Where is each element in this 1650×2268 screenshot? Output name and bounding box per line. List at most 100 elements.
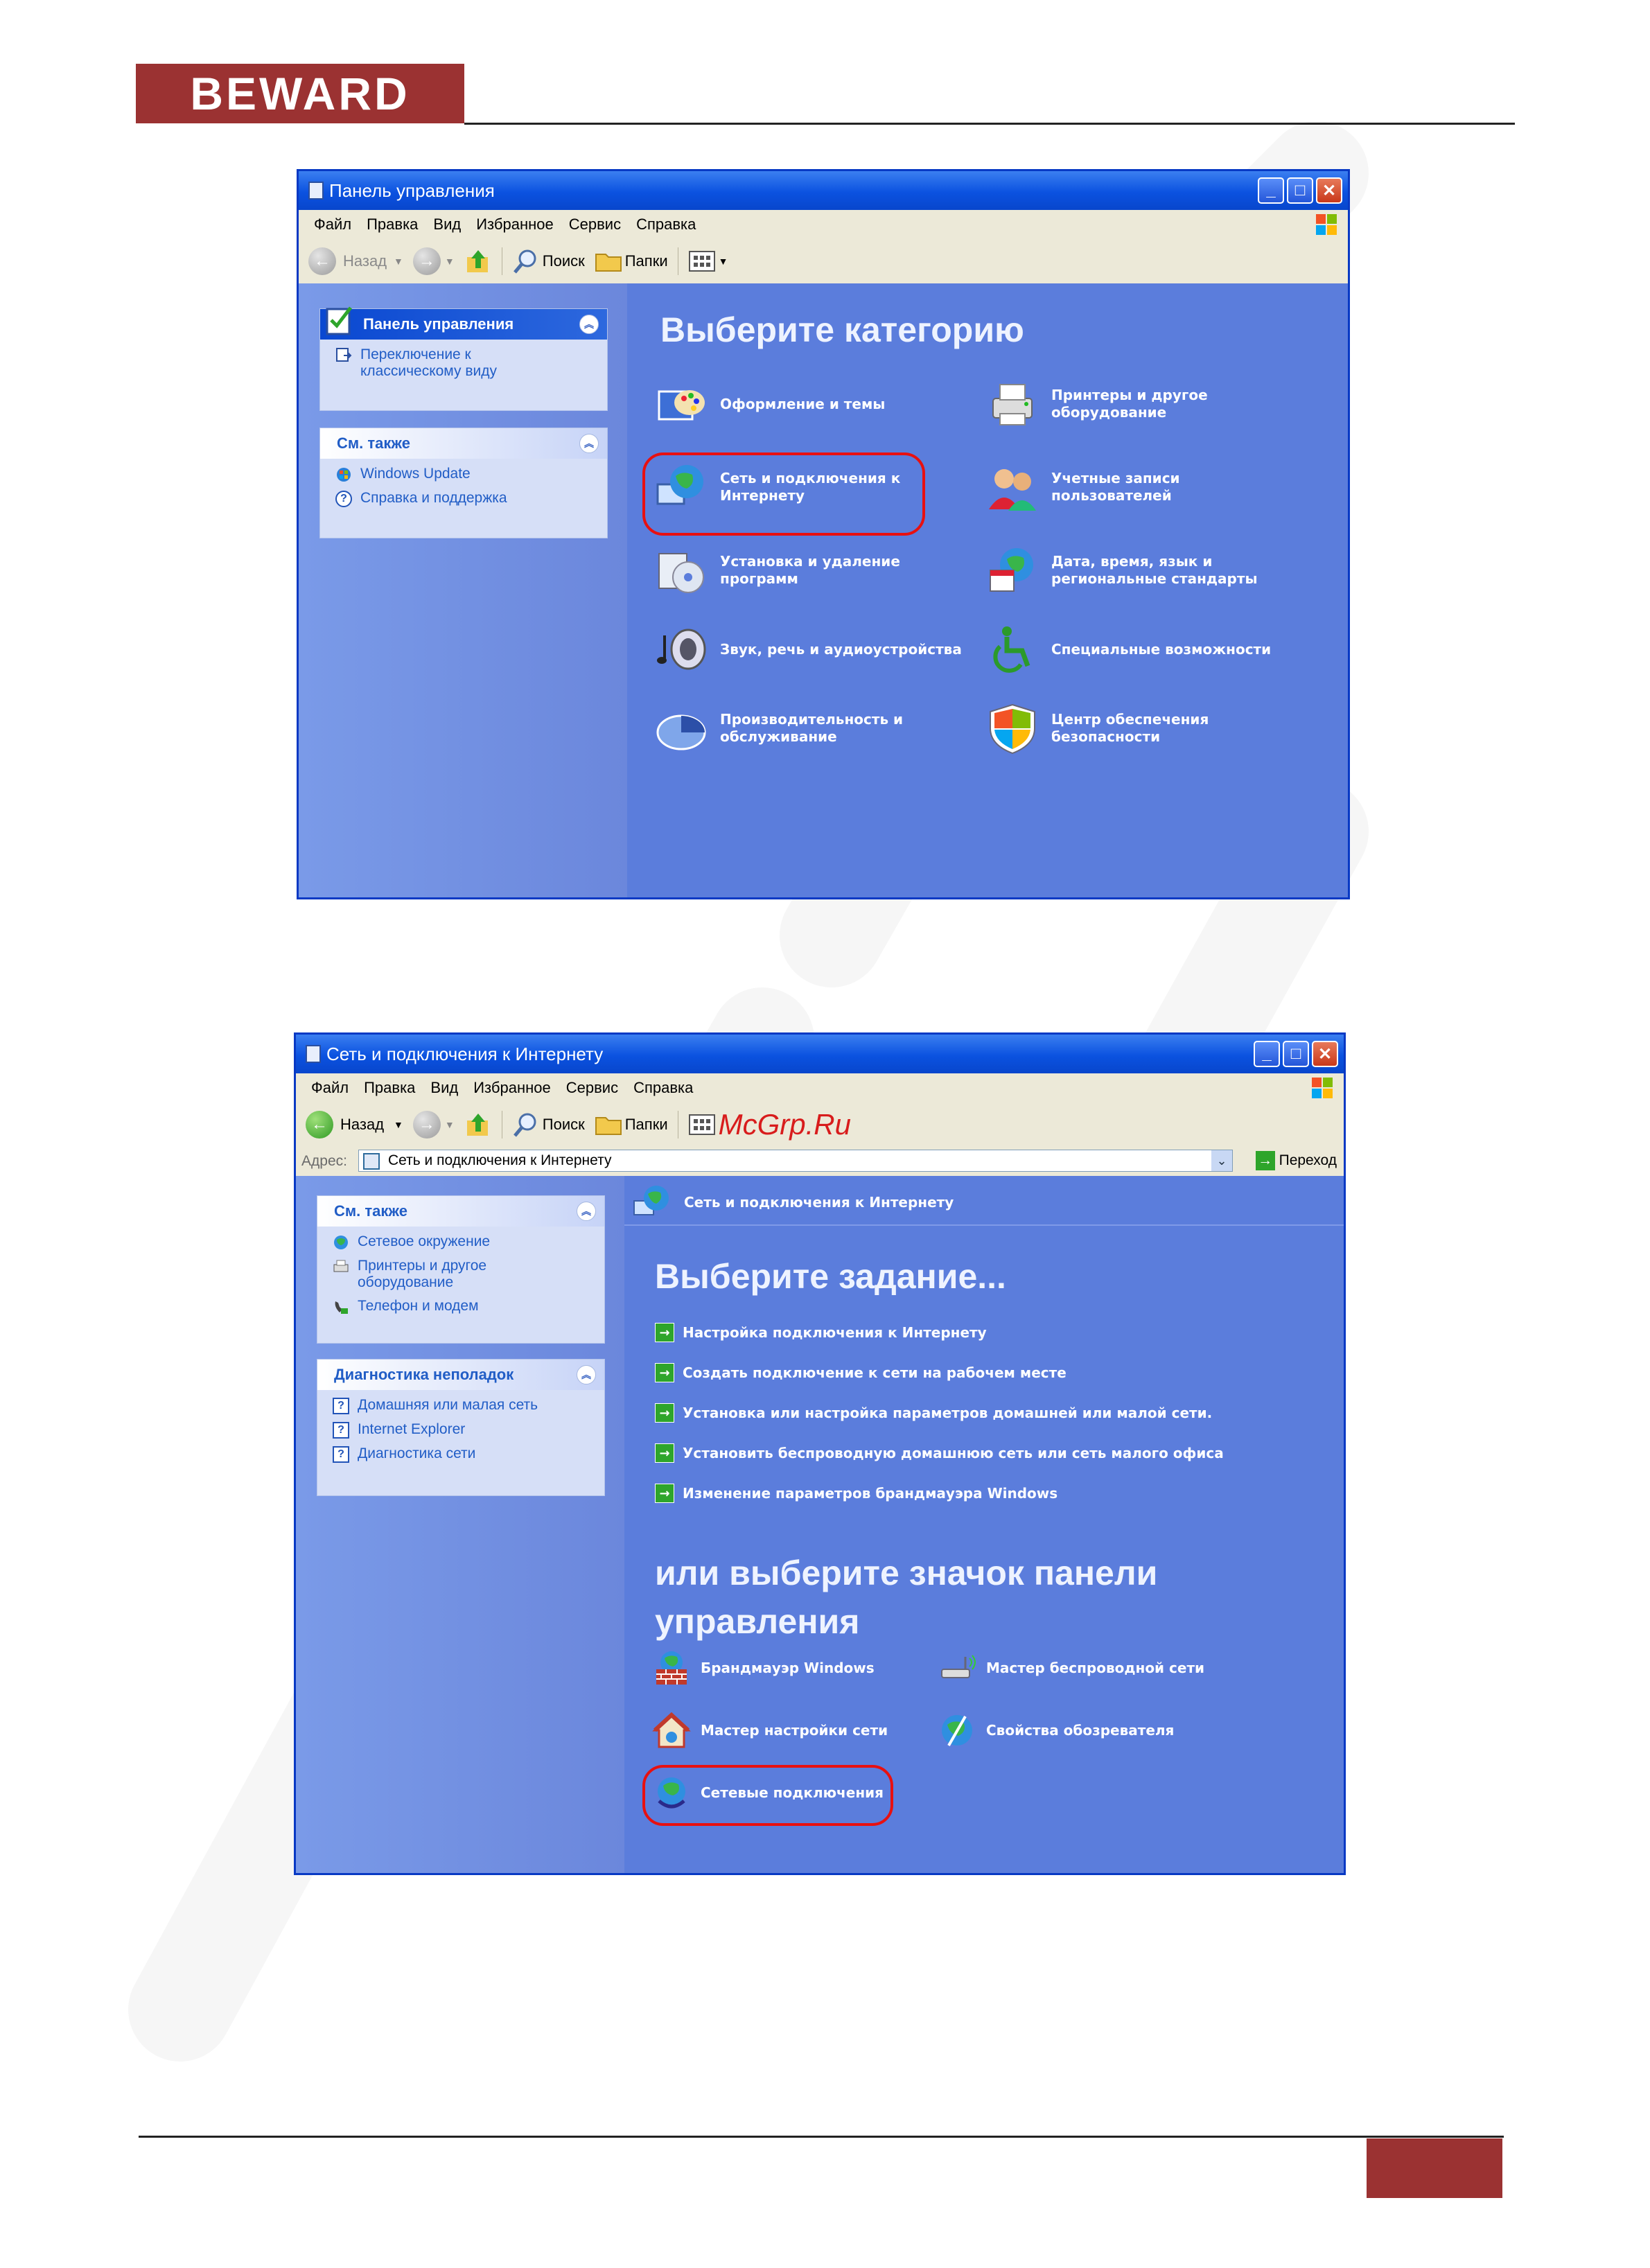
menu-view[interactable]: Вид bbox=[433, 216, 461, 234]
internet-explorer-troubleshoot-link[interactable]: ? Internet Explorer bbox=[333, 1421, 604, 1439]
task-wireless-setup[interactable]: → Установить беспроводную домашнюю сеть и… bbox=[655, 1443, 1224, 1463]
minimize-button[interactable]: _ bbox=[1254, 1041, 1280, 1067]
window-titlebar[interactable]: Панель управления _ □ ✕ bbox=[299, 171, 1348, 210]
back-button[interactable]: ← Назад ▼ bbox=[308, 247, 403, 275]
category-appearance[interactable]: Оформление и темы bbox=[655, 378, 960, 430]
menu-tools[interactable]: Сервис bbox=[566, 1079, 618, 1097]
window-title: Сеть и подключения к Интернету bbox=[326, 1043, 604, 1064]
home-network-troubleshoot-link[interactable]: ? Домашняя или малая сеть bbox=[333, 1397, 604, 1414]
install-icon bbox=[658, 553, 704, 593]
network-diagnostics-link[interactable]: ? Диагностика сети bbox=[333, 1445, 604, 1463]
logo-text: BEWARD bbox=[190, 68, 410, 119]
windows-update-link[interactable]: Windows Update bbox=[335, 466, 607, 483]
search-button[interactable]: Поиск bbox=[512, 1111, 585, 1139]
go-button[interactable]: → Переход bbox=[1255, 1151, 1337, 1170]
category-performance[interactable]: Производительность и обслуживание bbox=[655, 702, 960, 755]
accessibility-icon bbox=[993, 626, 1030, 673]
cp-network-setup-wizard[interactable]: Мастер настройки сети bbox=[652, 1711, 888, 1750]
see-also-header[interactable]: См. также ︽ bbox=[317, 1196, 604, 1227]
menu-favorites[interactable]: Избранное bbox=[473, 1079, 551, 1097]
forward-button[interactable]: → ▼ bbox=[412, 1111, 455, 1139]
maximize-button[interactable]: □ bbox=[1283, 1041, 1309, 1067]
menu-file[interactable]: Файл bbox=[314, 216, 351, 234]
close-button[interactable]: ✕ bbox=[1312, 1041, 1338, 1067]
menu-tools[interactable]: Сервис bbox=[569, 216, 621, 234]
up-button[interactable] bbox=[464, 1111, 492, 1139]
back-arrow-icon: ← bbox=[306, 1111, 333, 1139]
phone-icon bbox=[335, 1301, 348, 1314]
views-button[interactable] bbox=[688, 1112, 716, 1137]
category-add-remove-programs[interactable]: Установка и удаление программ bbox=[655, 544, 960, 597]
folders-button[interactable]: Папки bbox=[595, 1111, 668, 1139]
category-date-time-language[interactable]: Дата, время, язык и региональные стандар… bbox=[986, 544, 1291, 597]
printer-icon bbox=[992, 384, 1033, 425]
printers-hardware-link[interactable]: Принтеры и другое оборудование bbox=[333, 1258, 604, 1291]
control-panel-window: Панель управления _ □ ✕ Файл Правка Вид … bbox=[297, 169, 1350, 899]
minimize-button[interactable]: _ bbox=[1258, 177, 1284, 204]
category-user-accounts[interactable]: Учетные записи пользователей bbox=[986, 461, 1291, 513]
menu-favorites[interactable]: Избранное bbox=[476, 216, 554, 234]
control-panel-box-header[interactable]: Панель управления ︽ bbox=[320, 306, 607, 340]
collapse-chevron-icon[interactable]: ︽ bbox=[579, 315, 599, 334]
menu-help[interactable]: Справка bbox=[636, 216, 696, 234]
firewall-icon bbox=[656, 1651, 687, 1685]
help-icon: ? bbox=[333, 1422, 349, 1439]
sound-icon bbox=[657, 628, 706, 670]
network-connections-highlight bbox=[642, 1765, 893, 1826]
cp-internet-options[interactable]: Свойства обозревателя bbox=[938, 1711, 1174, 1750]
collapse-chevron-icon[interactable]: ︽ bbox=[579, 434, 599, 453]
appearance-icon bbox=[658, 390, 705, 421]
troubleshooting-header[interactable]: Диагностика неполадок ︽ bbox=[317, 1360, 604, 1390]
up-button[interactable] bbox=[464, 247, 492, 275]
maximize-button[interactable]: □ bbox=[1287, 177, 1313, 204]
green-arrow-icon: → bbox=[655, 1363, 674, 1382]
toolbar: ← Назад ▼ → ▼ Поиск Папки McGrp.Ru bbox=[296, 1102, 1344, 1148]
help-support-link[interactable]: ? Справка и поддержка bbox=[335, 490, 607, 507]
mcgrp-watermark-text: McGrp.Ru bbox=[718, 1108, 851, 1141]
category-accessibility[interactable]: Специальные возможности bbox=[986, 623, 1319, 676]
choose-category-heading: Выберите категорию bbox=[660, 310, 1024, 349]
views-button[interactable]: ▼ bbox=[688, 249, 728, 274]
folders-icon bbox=[595, 1117, 622, 1135]
folders-icon bbox=[595, 254, 622, 272]
task-pane: См. также ︽ Сетевое окружение Принтеры и … bbox=[296, 1176, 624, 1873]
menu-help[interactable]: Справка bbox=[633, 1079, 693, 1097]
forward-arrow-icon: → bbox=[412, 247, 441, 275]
address-dropdown-chevron-icon[interactable]: ⌄ bbox=[1211, 1150, 1232, 1171]
collapse-chevron-icon[interactable]: ︽ bbox=[577, 1202, 596, 1221]
task-internet-setup[interactable]: → Настройка подключения к Интернету bbox=[655, 1323, 987, 1342]
wireless-icon bbox=[941, 1655, 976, 1678]
category-printers[interactable]: Принтеры и другое оборудование bbox=[986, 378, 1291, 430]
back-button[interactable]: ← Назад ▼ bbox=[306, 1111, 403, 1139]
search-button[interactable]: Поиск bbox=[512, 247, 585, 275]
see-also-header[interactable]: См. также ︽ bbox=[320, 428, 607, 459]
network-places-link[interactable]: Сетевое окружение bbox=[333, 1233, 604, 1251]
address-field[interactable]: Сеть и подключения к Интернету ⌄ bbox=[358, 1150, 1233, 1172]
menu-bar: Файл Правка Вид Избранное Сервис Справка bbox=[296, 1073, 1344, 1103]
control-panel-icon bbox=[306, 1045, 321, 1063]
folder-up-icon bbox=[466, 250, 488, 272]
menu-file[interactable]: Файл bbox=[311, 1079, 349, 1097]
category-security-center[interactable]: Центр обеспечения безопасности bbox=[986, 702, 1291, 755]
collapse-chevron-icon[interactable]: ︽ bbox=[577, 1365, 596, 1384]
cp-firewall[interactable]: Брандмауэр Windows bbox=[652, 1649, 875, 1687]
menu-edit[interactable]: Правка bbox=[367, 216, 418, 234]
menu-view[interactable]: Вид bbox=[430, 1079, 458, 1097]
switch-classic-view-link[interactable]: Переключение к классическому виду bbox=[335, 346, 607, 380]
window-titlebar[interactable]: Сеть и подключения к Интернету _ □ ✕ bbox=[296, 1035, 1344, 1073]
menu-edit[interactable]: Правка bbox=[364, 1079, 415, 1097]
phone-modem-link[interactable]: Телефон и модем bbox=[333, 1298, 604, 1315]
category-sound[interactable]: Звук, речь и аудиоустройства bbox=[655, 623, 1015, 676]
green-arrow-icon: → bbox=[655, 1323, 674, 1342]
control-panel-box: Панель управления ︽ Переключение к класс… bbox=[319, 306, 608, 411]
users-icon bbox=[989, 469, 1036, 511]
folders-button[interactable]: Папки bbox=[595, 247, 668, 275]
shield-icon bbox=[990, 703, 1035, 755]
search-icon bbox=[513, 249, 536, 274]
task-firewall-settings[interactable]: → Изменение параметров брандмауэра Window… bbox=[655, 1484, 1057, 1503]
cp-wireless-wizard[interactable]: Мастер беспроводной сети bbox=[938, 1649, 1204, 1687]
task-home-network-setup[interactable]: → Установка или настройка параметров дома… bbox=[655, 1403, 1212, 1423]
task-workplace-connection[interactable]: → Создать подключение к сети на рабочем м… bbox=[655, 1363, 1067, 1382]
forward-button[interactable]: → ▼ bbox=[412, 247, 455, 275]
close-button[interactable]: ✕ bbox=[1316, 177, 1342, 204]
